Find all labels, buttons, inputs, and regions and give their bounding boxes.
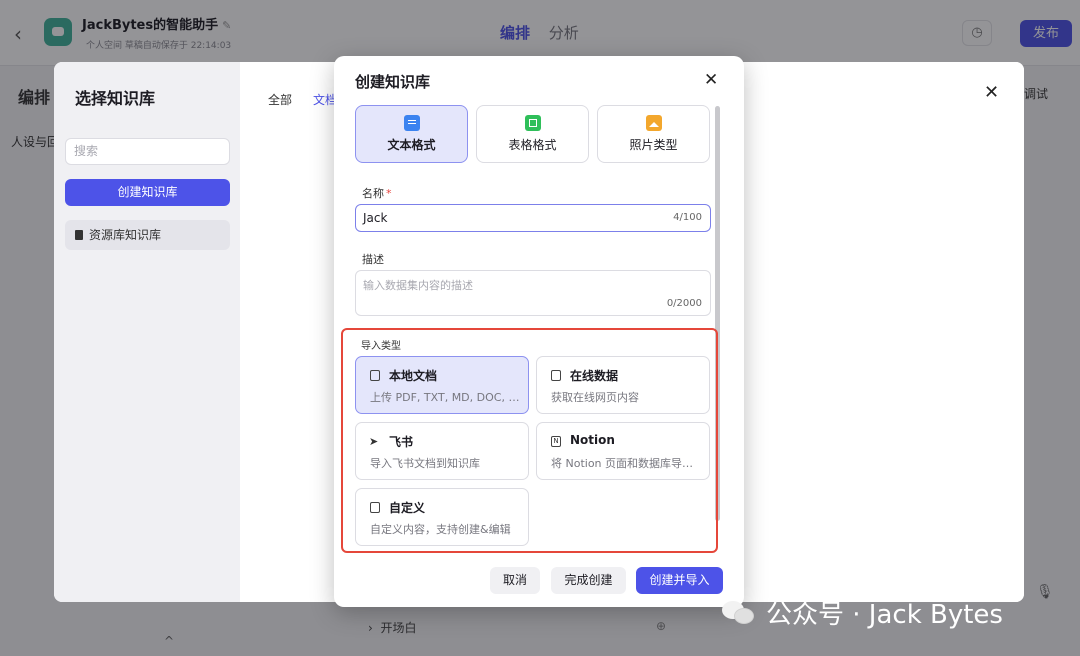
import-local-doc-card[interactable]: 本地文档 上传 PDF, TXT, MD, DOC, DOCX 格式的本地文件 (355, 356, 529, 414)
watermark-text: 公众号 · Jack Bytes (766, 600, 1003, 630)
format-table-card[interactable]: 表格格式 (476, 105, 589, 163)
import-online-data-title: 在线数据 (570, 369, 619, 383)
table-icon (524, 115, 541, 131)
format-text-card[interactable]: 文本格式 (355, 105, 468, 163)
import-notion-desc: 将 Notion 页面和数据库导入到知识库 (551, 457, 703, 470)
desc-field-label: 描述 (362, 253, 384, 266)
feishu-icon: ➤ (369, 435, 379, 448)
format-photo-card[interactable]: 照片类型 (597, 105, 710, 163)
import-online-data-desc: 获取在线网页内容 (551, 391, 639, 404)
name-label-text: 名称 (362, 187, 384, 200)
document-icon (403, 115, 420, 131)
modal-title: 创建知识库 (355, 73, 431, 91)
resource-kb-label: 资源库知识库 (89, 228, 162, 242)
create-and-import-button[interactable]: 创建并导入 (636, 567, 723, 594)
import-type-label: 导入类型 (361, 341, 401, 352)
required-mark: * (386, 187, 392, 200)
cancel-button[interactable]: 取消 (490, 567, 540, 594)
import-local-doc-title: 本地文档 (389, 369, 438, 383)
format-photo-label: 照片类型 (629, 138, 678, 152)
file-icon (370, 370, 380, 381)
import-custom-card[interactable]: 自定义 自定义内容，支持创建&编辑 (355, 488, 529, 546)
resource-kb-item[interactable]: 资源库知识库 (65, 220, 230, 250)
book-icon (75, 230, 83, 240)
create-knowledge-modal: 创建知识库 ✕ 文本格式 表格格式 照片类型 名称 * Jack 4/100 描述… (334, 56, 744, 607)
description-input[interactable]: 输入数据集内容的描述 0/2000 (355, 270, 711, 316)
web-page-icon (551, 370, 561, 381)
photo-icon (645, 115, 662, 131)
import-notion-title: Notion (570, 433, 615, 447)
import-local-doc-desc: 上传 PDF, TXT, MD, DOC, DOCX 格式的本地文件 (370, 391, 522, 404)
description-placeholder: 输入数据集内容的描述 (363, 279, 473, 292)
import-custom-title: 自定义 (389, 501, 426, 515)
import-feishu-title: 飞书 (389, 435, 414, 449)
watermark: 公众号 · Jack Bytes (720, 594, 1003, 634)
import-feishu-desc: 导入飞书文档到知识库 (370, 457, 480, 470)
import-online-data-card[interactable]: 在线数据 获取在线网页内容 (536, 356, 710, 414)
edit-doc-icon (370, 502, 380, 513)
name-input[interactable]: Jack 4/100 (355, 204, 711, 232)
import-custom-desc: 自定义内容，支持创建&编辑 (370, 523, 511, 536)
import-feishu-card[interactable]: ➤ 飞书 导入飞书文档到知识库 (355, 422, 529, 480)
name-char-counter: 4/100 (673, 212, 702, 223)
create-kb-button[interactable]: 创建知识库 (65, 179, 230, 206)
kb-search-input[interactable]: 搜索 (65, 138, 230, 165)
name-field-label: 名称 * (362, 185, 392, 201)
tab-all[interactable]: 全部 (268, 91, 292, 108)
format-table-label: 表格格式 (508, 138, 557, 152)
finish-create-button[interactable]: 完成创建 (551, 567, 626, 594)
import-notion-card[interactable]: N Notion 将 Notion 页面和数据库导入到知识库 (536, 422, 710, 480)
notion-icon: N (551, 436, 561, 447)
description-char-counter: 0/2000 (666, 298, 702, 309)
close-icon[interactable]: ✕ (704, 70, 718, 90)
name-input-value: Jack (363, 211, 388, 225)
format-text-label: 文本格式 (387, 138, 436, 152)
wechat-logo-icon (720, 597, 758, 627)
select-kb-title: 选择知识库 (75, 89, 156, 108)
close-icon[interactable]: ✕ (984, 82, 999, 103)
